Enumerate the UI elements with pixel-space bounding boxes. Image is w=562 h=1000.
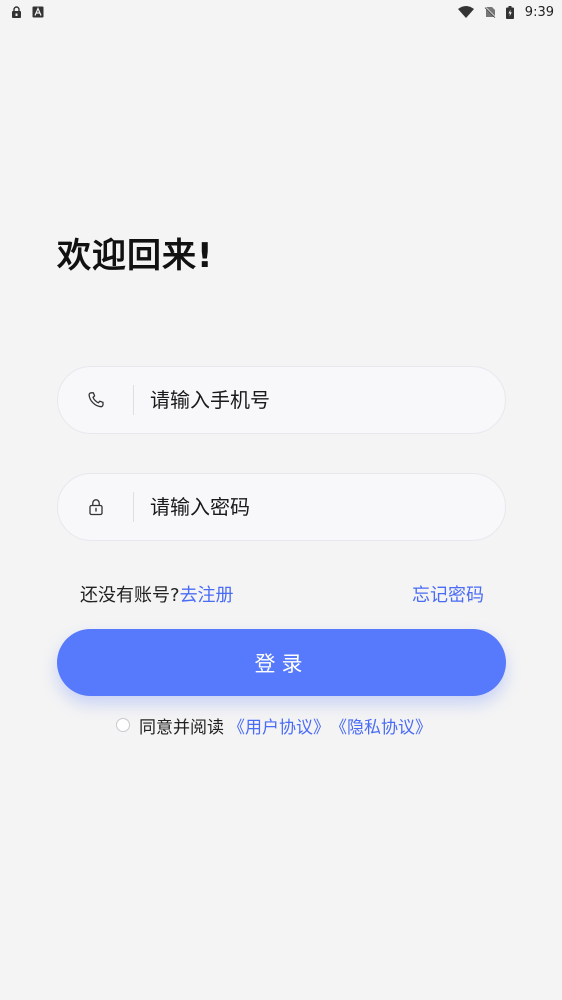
password-input-row[interactable] — [57, 473, 506, 541]
register-group: 还没有账号?去注册 — [80, 581, 234, 607]
agreement-checkbox[interactable] — [116, 718, 130, 732]
login-button[interactable]: 登录 — [57, 629, 506, 696]
font-a-icon — [32, 6, 44, 18]
lock-icon — [58, 474, 133, 540]
phone-input-row[interactable] — [57, 366, 506, 434]
account-links-row: 还没有账号?去注册 忘记密码 — [80, 581, 484, 607]
battery-icon — [506, 5, 515, 19]
no-sim-icon — [484, 6, 496, 18]
status-right: 9:39 — [457, 4, 554, 20]
status-time: 9:39 — [524, 4, 554, 20]
password-input[interactable] — [134, 474, 505, 540]
lock-icon — [10, 6, 22, 18]
wifi-icon — [457, 6, 474, 18]
status-left — [10, 6, 44, 18]
user-agreement-link[interactable]: 《用户协议》 — [228, 713, 330, 738]
page-title: 欢迎回来! — [57, 236, 214, 276]
agreement-text: 同意并阅读 — [139, 717, 224, 738]
phone-input[interactable] — [134, 367, 505, 433]
privacy-policy-link[interactable]: 《隐私协议》 — [330, 713, 432, 738]
agreement-row: 同意并阅读 《用户协议》 《隐私协议》 — [116, 712, 432, 738]
no-account-text: 还没有账号? — [80, 585, 180, 606]
forgot-password-link[interactable]: 忘记密码 — [412, 581, 484, 607]
status-bar: 9:39 — [0, 0, 562, 24]
register-link[interactable]: 去注册 — [180, 585, 234, 606]
phone-icon — [58, 367, 133, 433]
